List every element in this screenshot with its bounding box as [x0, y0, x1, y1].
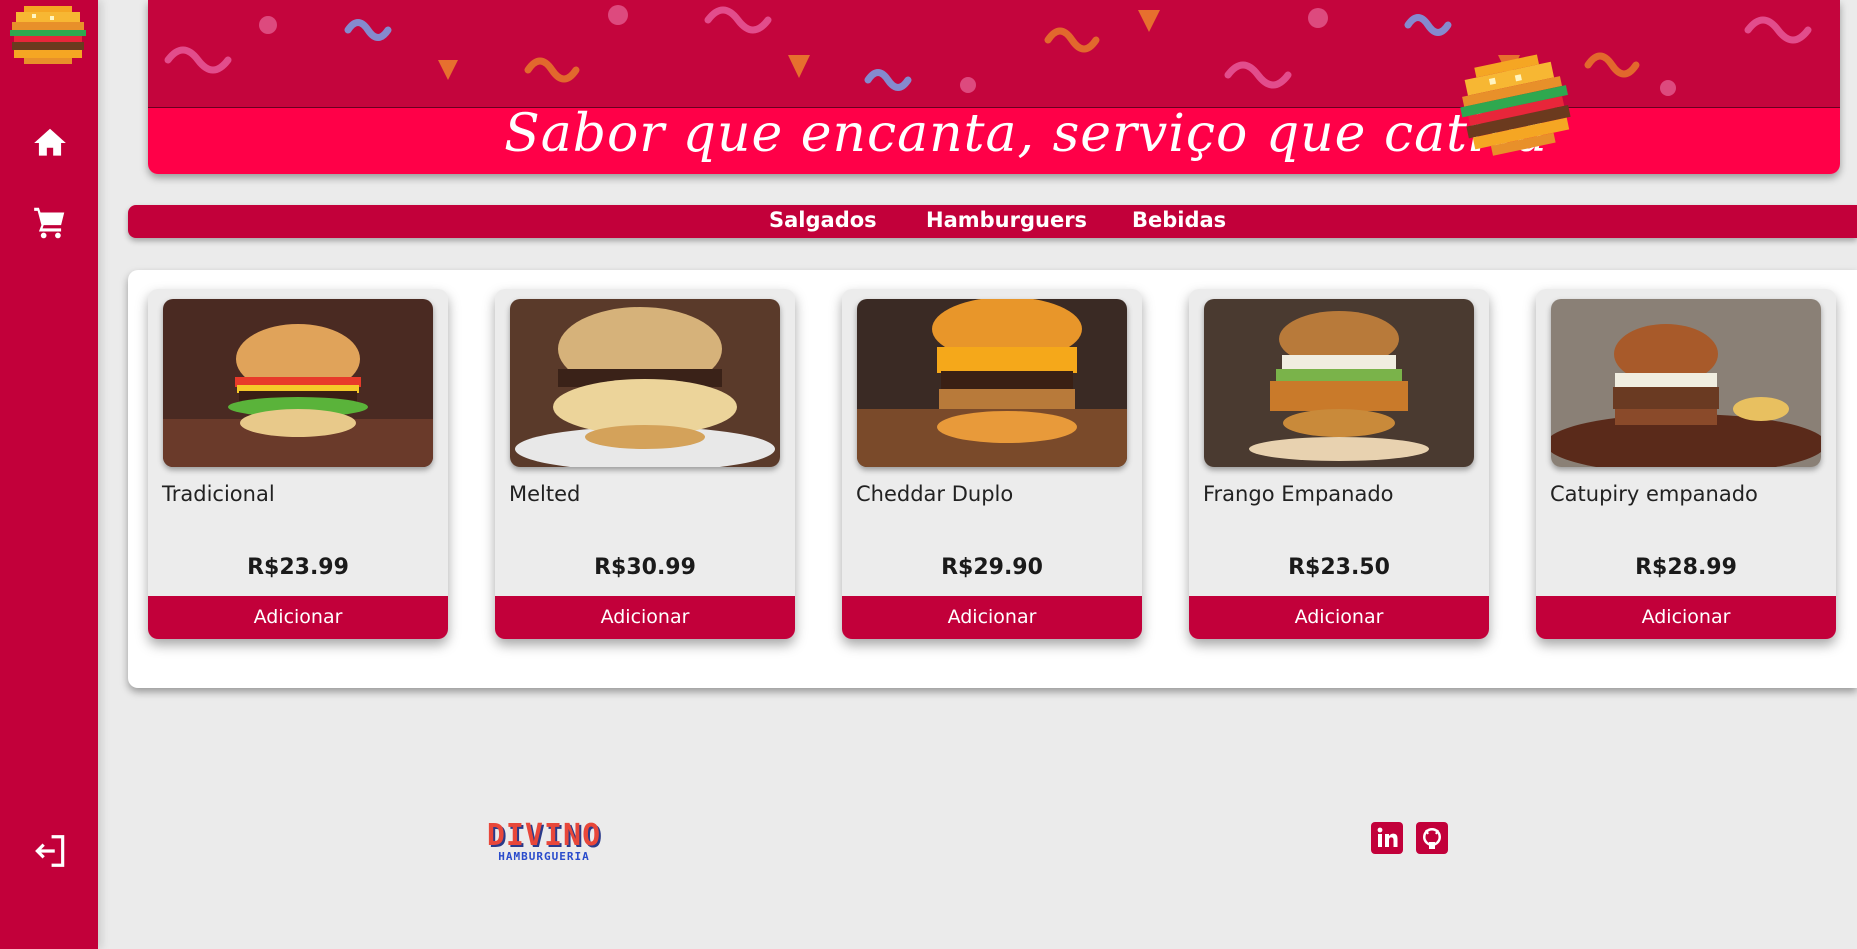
add-to-cart-button[interactable]: Adicionar	[495, 596, 795, 639]
product-card: Cheddar Duplo R$29.90 Adicionar	[842, 289, 1142, 639]
logout-icon	[35, 835, 65, 867]
logo-sub: HAMBURGUERIA	[498, 850, 590, 863]
product-name: Cheddar Duplo	[856, 482, 1014, 506]
product-name: Frango Empanado	[1203, 482, 1394, 506]
product-image	[857, 299, 1127, 467]
products-panel: Tradicional R$23.99 Adicionar Melted R$3…	[128, 270, 1857, 688]
sidebar-item-logout[interactable]	[25, 829, 75, 873]
add-to-cart-button[interactable]: Adicionar	[1189, 596, 1489, 639]
hero-banner: Sabor que encanta, serviço que cativa	[148, 0, 1840, 174]
product-card: Frango Empanado R$23.50 Adicionar	[1189, 289, 1489, 639]
product-name: Melted	[509, 482, 581, 506]
product-price: R$23.50	[1288, 555, 1390, 580]
home-icon	[34, 128, 66, 156]
sidebar-item-home[interactable]	[25, 121, 75, 165]
logo-main: DIVINO	[486, 818, 602, 853]
tab-bebidas[interactable]: Bebidas	[1132, 208, 1226, 232]
add-to-cart-button[interactable]: Adicionar	[148, 596, 448, 639]
product-price: R$30.99	[594, 555, 696, 580]
burger-logo-icon	[10, 6, 86, 64]
product-card: Tradicional R$23.99 Adicionar	[148, 289, 448, 639]
product-price: R$23.99	[247, 555, 349, 580]
product-image	[1204, 299, 1474, 467]
cart-icon	[34, 207, 65, 239]
linkedin-icon	[1371, 822, 1403, 854]
burger-icon	[1460, 54, 1571, 156]
sidebar-item-cart[interactable]	[25, 200, 75, 244]
github-link[interactable]	[1416, 822, 1448, 854]
github-icon	[1416, 822, 1448, 854]
category-nav: Salgados Hamburguers Bebidas	[128, 205, 1857, 238]
linkedin-link[interactable]	[1371, 822, 1403, 854]
product-price: R$28.99	[1635, 555, 1737, 580]
banner-slogan: Sabor que encanta, serviço que cativa	[504, 104, 1548, 164]
product-name: Tradicional	[162, 482, 275, 506]
product-image	[163, 299, 433, 467]
banner-pattern	[148, 0, 1840, 107]
product-image	[1551, 299, 1821, 467]
product-card: Catupiry empanado R$28.99 Adicionar	[1536, 289, 1836, 639]
sidebar	[0, 0, 98, 949]
add-to-cart-button[interactable]: Adicionar	[842, 596, 1142, 639]
add-to-cart-button[interactable]: Adicionar	[1536, 596, 1836, 639]
product-card: Melted R$30.99 Adicionar	[495, 289, 795, 639]
product-image	[510, 299, 780, 467]
product-name: Catupiry empanado	[1550, 482, 1758, 506]
product-price: R$29.90	[941, 555, 1043, 580]
brand-logo: DIVINO HAMBURGUERIA	[472, 818, 616, 868]
tab-hamburguers[interactable]: Hamburguers	[926, 208, 1087, 232]
tab-salgados[interactable]: Salgados	[769, 208, 877, 232]
